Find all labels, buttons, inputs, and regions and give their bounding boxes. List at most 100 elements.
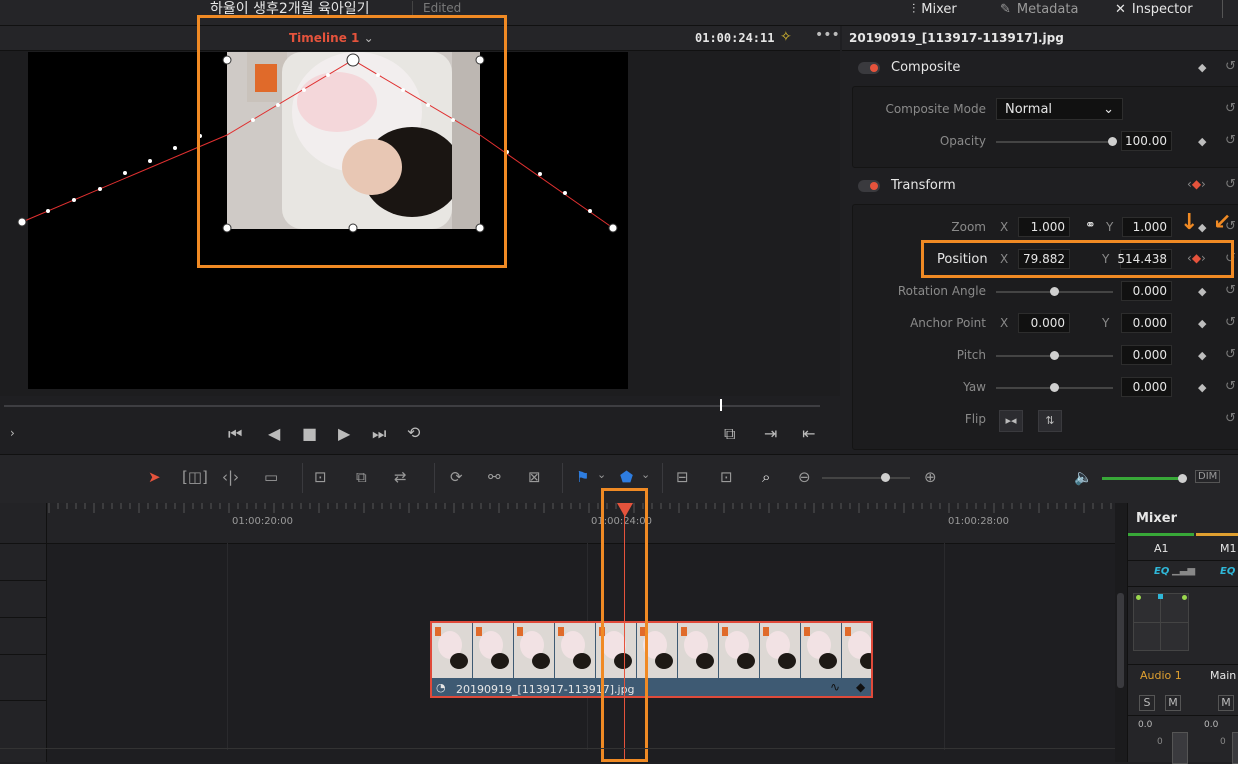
a1-fader[interactable] [1172,732,1188,764]
trim-tool-icon[interactable]: [◫] [182,468,208,486]
match-frame-icon[interactable]: ⧉ [724,424,735,444]
reset-icon[interactable]: ↺ [1225,347,1236,362]
opacity-slider[interactable] [996,141,1113,143]
dim-button[interactable]: DIM [1195,470,1221,483]
next-edit-icon[interactable]: ⇥ [764,424,777,443]
selection-tool-icon[interactable]: ➤ [148,468,161,486]
overwrite-clip-icon[interactable]: ⧉ [356,468,367,486]
solo-button[interactable]: S [1139,695,1155,711]
insert-clip-icon[interactable]: ⊡ [314,468,327,486]
master-volume-knob[interactable] [1178,474,1187,483]
composite-header[interactable]: Composite [891,60,960,75]
volume-icon[interactable]: 🔈 [1074,468,1093,486]
keyframe-diamond-icon[interactable]: ◆ [1198,349,1206,362]
eq-button-main[interactable]: EQ [1220,566,1235,577]
loop-icon[interactable]: ⟲ [407,423,420,442]
rotation-slider-knob[interactable] [1050,287,1059,296]
full-extent-zoom-icon[interactable]: ⊟ [676,468,689,486]
blade-tool-icon[interactable]: ▭ [264,468,278,486]
prev-edit-icon[interactable]: ⇤ [802,424,815,443]
grid-line [227,543,228,750]
reset-icon[interactable]: ↺ [1225,283,1236,298]
keyframe-diamond-icon[interactable]: ◆ [1192,177,1201,191]
scrub-playhead[interactable] [720,399,722,411]
scrollbar-thumb[interactable] [1117,593,1124,688]
main-mute-button[interactable]: M [1218,695,1234,711]
snapping-icon[interactable]: ⟳ [450,468,463,486]
keyframe-diamond-icon[interactable]: ◆ [1198,135,1206,148]
custom-zoom-icon[interactable]: ⌕ [762,468,770,486]
timeline-zoom-slider[interactable] [822,477,910,479]
yaw-label: Yaw [963,380,986,394]
timeline-clip[interactable]: ◔ 20190919_[113917-113917].jpg ∿ ◆ [430,621,873,698]
rotation-field[interactable]: 0.000 [1121,281,1172,301]
go-to-end-icon[interactable]: ⏭ [372,424,386,444]
detail-zoom-icon[interactable]: ⊡ [720,468,733,486]
flip-label: Flip [964,412,986,426]
dynamic-trim-icon[interactable]: ‹|› [222,468,239,486]
timeline-zoom-knob[interactable] [881,473,890,482]
curve-icon[interactable]: ∿ [830,680,840,694]
chevron-down-icon[interactable]: ⌄ [597,468,606,481]
position-lock-icon[interactable]: ⊠ [528,468,541,486]
composite-toggle[interactable] [858,62,880,74]
panner-pad[interactable] [1133,593,1189,651]
reset-icon[interactable]: ↺ [1225,177,1236,192]
keyframe-diamond-icon[interactable]: ◆ [1198,285,1206,298]
reset-icon[interactable]: ↺ [1225,379,1236,394]
panner-axis [1134,622,1188,623]
keyframe-nav[interactable]: ‹◆› [1187,177,1206,191]
link-icon[interactable]: ⚭ [1085,218,1096,233]
replace-clip-icon[interactable]: ⇄ [394,468,407,486]
pitch-slider-knob[interactable] [1050,351,1059,360]
annotation-arrow-icon: ↙ [1213,210,1232,235]
keyframe-diamond-icon[interactable]: ◆ [1198,221,1206,234]
reset-icon[interactable]: ↺ [1225,411,1236,426]
reset-icon[interactable]: ↺ [1225,315,1236,330]
transform-header[interactable]: Transform [891,178,956,193]
anchor-x-field[interactable]: 0.000 [1018,313,1070,333]
reset-icon[interactable]: ↺ [1225,101,1236,116]
play-icon[interactable]: ▶ [338,424,350,443]
keyframe-diamond-icon[interactable]: ◆ [1198,61,1206,74]
chevron-down-icon[interactable]: ⌄ [641,468,650,481]
reset-icon[interactable]: ↺ [1225,59,1236,74]
expand-icon[interactable]: › [10,426,15,440]
next-keyframe-icon[interactable]: › [1201,177,1206,191]
zoom-y-field[interactable]: 1.000 [1122,217,1172,237]
yaw-field[interactable]: 0.000 [1121,377,1172,397]
zoom-out-icon[interactable]: ⊖ [798,468,811,486]
zoom-x-field[interactable]: 1.000 [1018,217,1070,237]
main-fader[interactable] [1232,732,1238,764]
marker-icon[interactable]: ⬟ [620,468,633,486]
more-options-icon[interactable]: ••• [815,27,840,43]
mute-button[interactable]: M [1165,695,1181,711]
keyframe-diamond-icon[interactable]: ◆ [1198,381,1206,394]
mixer-toggle-button[interactable]: ⫶ Mixer [912,0,957,18]
keyframe-diamond-icon[interactable]: ◆ [856,680,865,694]
go-to-start-icon[interactable]: ⏮ [228,424,242,444]
color-picker-icon[interactable]: ✧ [780,29,792,45]
channel-color-bar [1196,533,1238,536]
stop-icon[interactable]: ■ [302,424,317,443]
flag-icon[interactable]: ⚑ [576,468,589,486]
opacity-slider-knob[interactable] [1108,137,1117,146]
flip-horizontal-icon[interactable]: ▸◂ [999,410,1023,432]
link-clips-icon[interactable]: ⚯ [488,468,501,486]
zoom-in-icon[interactable]: ⊕ [924,468,937,486]
transform-toggle[interactable] [858,180,880,192]
anchor-y-field[interactable]: 0.000 [1121,313,1172,333]
play-reverse-icon[interactable]: ◀ [268,424,280,443]
scrub-bar[interactable] [4,405,820,407]
yaw-slider-knob[interactable] [1050,383,1059,392]
inspector-toggle-button[interactable]: ✕ Inspector [1115,0,1193,18]
composite-mode-dropdown[interactable]: Normal ⌄ [996,98,1123,120]
metadata-toggle-button[interactable]: ✎ Metadata [1000,0,1078,18]
eq-button[interactable]: EQ [1154,566,1169,577]
master-volume-slider[interactable] [1102,477,1182,480]
keyframe-diamond-icon[interactable]: ◆ [1198,317,1206,330]
reset-icon[interactable]: ↺ [1225,133,1236,148]
pitch-field[interactable]: 0.000 [1121,345,1172,365]
opacity-field[interactable]: 100.00 [1121,131,1172,151]
flip-vertical-icon[interactable]: ⇅ [1038,410,1062,432]
